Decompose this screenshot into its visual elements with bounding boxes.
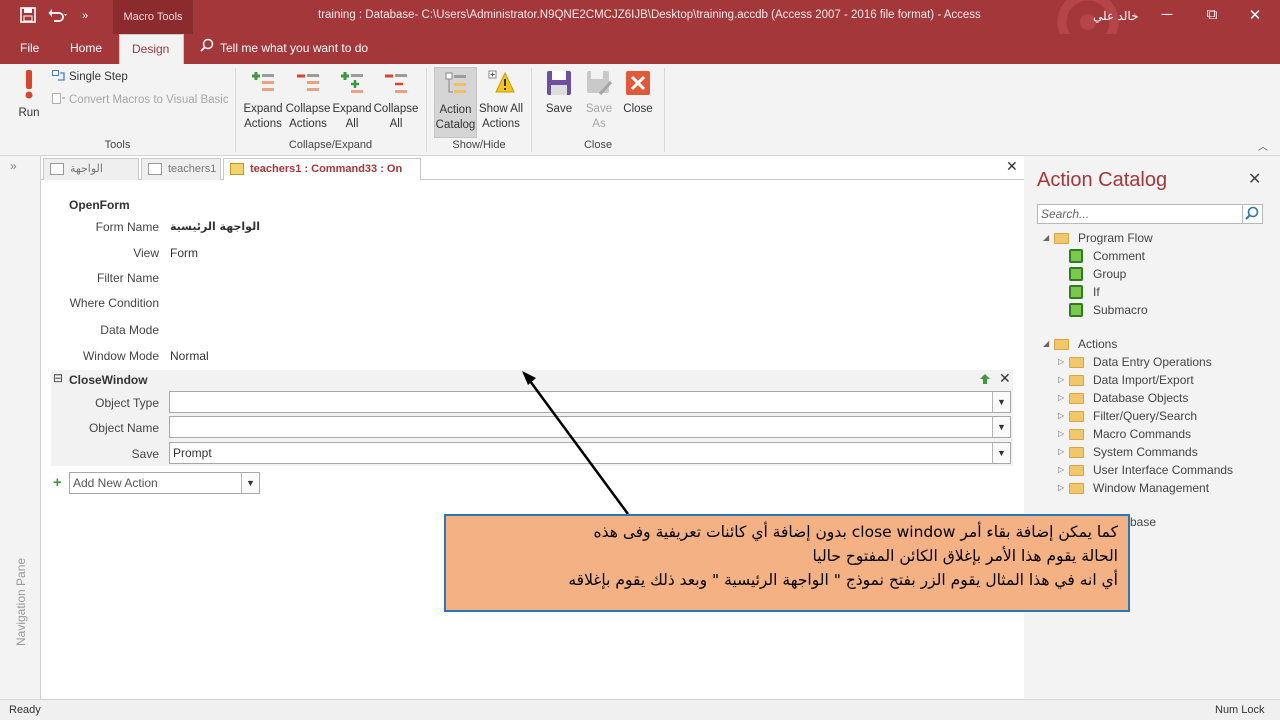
- callout-line-2: الحالة يقوم هذا الأمر بإغلاق الكائن المف…: [812, 547, 1118, 565]
- callout-line-3: أي انه في هذا المثال يقوم الزر بفتح نموذ…: [568, 571, 1118, 589]
- callout-line-1: كما يمكن إضافة بقاء أمر close window بدو…: [593, 523, 1118, 541]
- annotation-arrow: [522, 371, 630, 515]
- annotation-callout: كما يمكن إضافة بقاء أمر close window بدو…: [444, 514, 1130, 612]
